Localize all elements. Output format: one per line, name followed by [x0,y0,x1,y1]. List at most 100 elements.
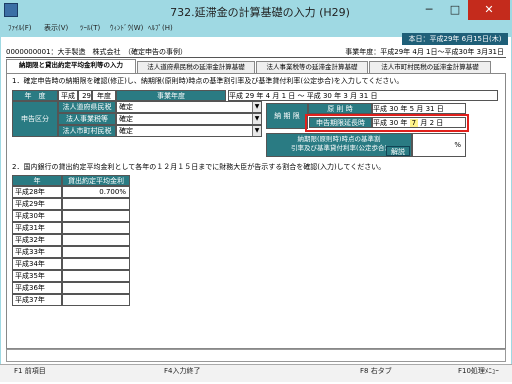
jigyo-start-year[interactable]: 29 [245,92,254,100]
minimize-button[interactable]: ─ [416,0,442,20]
encho-date: 平成 30 年 7 月 2 日 [372,117,466,128]
jigyo-end-era: 平成 [306,92,321,100]
nendo-unit: 年度 [92,90,116,101]
rate-row-year: 平成32年 [12,234,62,246]
gensoku-label: 原 則 時 [308,103,372,114]
jigyo-start-era: 平成 [229,92,243,100]
app-icon [4,3,18,17]
tab-jigyozei[interactable]: 法人事業税等の延滞金計算基礎 [256,61,368,73]
select-jigyozei[interactable]: 確定 ▼ [116,113,262,125]
chevron-down-icon[interactable]: ▼ [252,126,261,136]
encho-day[interactable]: 2 [430,119,434,127]
encho-era: 平成 [373,119,387,127]
gensoku-day[interactable]: 31 [426,105,435,113]
encho-year[interactable]: 30 [389,119,398,127]
rate-row-value[interactable]: 0.700% [62,186,130,198]
jigyo-end-day[interactable]: 31 [359,92,368,100]
jigyo-end-month[interactable]: 3 [343,92,347,100]
row-dofuken-label: 法人道府県民税 [58,101,116,113]
chevron-down-icon[interactable]: ▼ [252,114,261,124]
rate-row-year: 平成35年 [12,270,62,282]
rate-row-year: 平成28年 [12,186,62,198]
rate-row-value[interactable] [62,270,130,282]
select-shichoson-value: 確定 [119,127,133,135]
company-name: 0000000001：大手製造 株式会社 （確定申告の事例） [6,48,188,56]
rate-row-year: 平成37年 [12,294,62,306]
select-shichoson[interactable]: 確定 ▼ [116,125,262,137]
section2-title: 2．国内銀行の貸出約定平均金利として各年の１２月１５日までに財務大臣が告示する割… [12,163,386,171]
rate-row-year: 平成33年 [12,246,62,258]
today-date: 本日：平成29年 6月15日(木) [402,33,508,45]
jigyo-separator: ～ [297,92,305,100]
gensoku-era: 平成 [373,105,387,113]
jigyo-end-year[interactable]: 30 [323,92,332,100]
rate-row-year: 平成29年 [12,198,62,210]
col-year-header: 年 [12,175,62,186]
nendo-value[interactable]: 29 [78,90,92,101]
rate-input[interactable]: % [412,133,466,157]
jigyo-start-year-unit: 年 [256,92,264,100]
rate-row-value[interactable] [62,234,130,246]
encho-month-unit: 月 [420,119,428,127]
fiscal-year: 事業年度：平成29年 4月 1日～平成30年 3月31日 [345,48,504,56]
jigyo-start-month[interactable]: 4 [266,92,270,100]
row-jigyozei-label: 法人事業税等 [58,113,116,125]
jigyo-start-day[interactable]: 1 [282,92,286,100]
maximize-button[interactable]: □ [442,0,468,20]
jigyo-start-day-unit: 日 [288,92,296,100]
tab-dofuken[interactable]: 法人道府県民税の延滞金計算基礎 [137,61,255,73]
jigyo-end-year-unit: 年 [334,92,342,100]
rate-row-value[interactable] [62,246,130,258]
kaisetsu-button[interactable]: 解説 [386,146,410,156]
rate-row-year: 平成30年 [12,210,62,222]
gensoku-year-unit: 年 [400,105,408,113]
menu-help[interactable]: ﾍﾙﾌﾟ(H) [148,23,173,33]
company-bar: 0000000001：大手製造 株式会社 （確定申告の事例） 事業年度：平成29… [6,47,506,58]
rate-row-value[interactable] [62,294,130,306]
rate-row-value[interactable] [62,222,130,234]
nendo-era: 平成 [58,90,78,101]
select-dofuken-value: 確定 [119,103,133,111]
close-button[interactable]: ✕ [468,0,510,20]
f4-button[interactable]: F4入力終了 [164,366,200,376]
status-line [6,349,506,362]
jigyo-start-month-unit: 月 [272,92,280,100]
select-dofuken[interactable]: 確定 ▼ [116,101,262,113]
col-rate-header: 貸出約定平均金利 [62,175,130,186]
jigyo-nendo-label: 事業年度 [116,90,226,101]
menu-window[interactable]: ｳｨﾝﾄﾞｳ(W) [110,23,143,33]
rate-label-line1: 納期限(原則時)時点の基準割 [297,135,381,143]
f8-button[interactable]: F8 右タブ [360,366,392,376]
shinkoku-kubun-label: 申告区分 [12,101,58,137]
menu-tools[interactable]: ﾂｰﾙ(T) [80,23,100,33]
rate-row-value[interactable] [62,258,130,270]
encho-label: 申告期限延長時 [309,117,372,128]
menu-file[interactable]: ﾌｧｲﾙ(F) [8,23,32,33]
rate-row-value[interactable] [62,198,130,210]
section1-title: 1．確定申告時の納期限を確認(修正)し、納期限(原則時)時点の基準割引率及び基準… [12,77,404,85]
tab-noki-kinri[interactable]: 納期限と貸出約定平均金利等の入力 [6,59,136,73]
rate-row-year: 平成31年 [12,222,62,234]
gensoku-month[interactable]: 5 [410,105,414,113]
chevron-down-icon[interactable]: ▼ [252,102,261,112]
noki-label: 納 期 限 [266,103,308,129]
rate-row-year: 平成36年 [12,282,62,294]
gensoku-date: 平成 30 年 5 月 31 日 [372,103,466,114]
nendo-label: 年 度 [12,90,58,101]
encho-year-unit: 年 [400,119,408,127]
f1-button[interactable]: F1 前項目 [14,366,46,376]
encho-month[interactable]: 7 [409,119,419,127]
rate-row-value[interactable] [62,210,130,222]
row-shichoson-label: 法人市町村民税 [58,125,116,137]
jigyo-end-day-unit: 日 [370,92,378,100]
rate-row-value[interactable] [62,282,130,294]
function-key-bar [0,364,512,382]
rate-unit: % [454,141,461,149]
gensoku-day-unit: 日 [436,105,444,113]
gensoku-year[interactable]: 30 [389,105,398,113]
menu-view[interactable]: 表示(V) [44,23,68,33]
tab-shichoson[interactable]: 法人市町村民税の延滞金計算基礎 [369,61,491,73]
f10-button[interactable]: F10処理ﾒﾆｭｰ [458,366,499,376]
rate-row-year: 平成34年 [12,258,62,270]
select-jigyozei-value: 確定 [119,115,133,123]
